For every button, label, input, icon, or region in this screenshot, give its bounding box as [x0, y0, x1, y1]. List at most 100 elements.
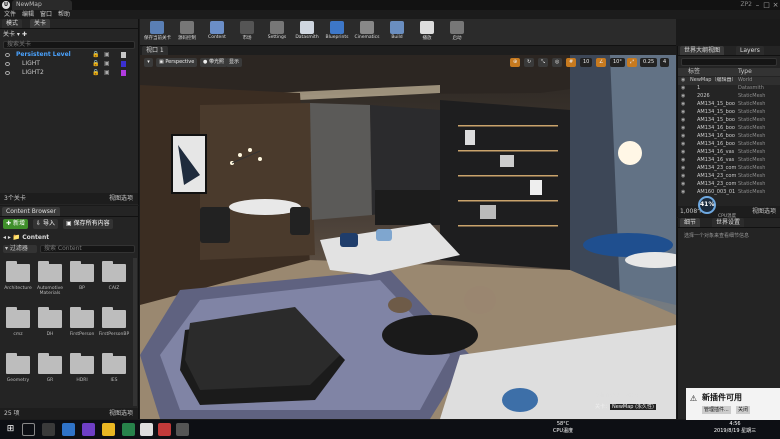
visibility-eye-icon[interactable]: ◉: [681, 173, 685, 181]
toolbar-button[interactable]: Build: [384, 20, 410, 46]
outliner-row[interactable]: ◉ AM134_16_boo StaticMesh: [678, 141, 780, 149]
level-viewport[interactable]: ▾ ▣ Perspective ● 带光照 显示 ⊕ ↻ ⤡ ◎ # 10 ∠ …: [140, 55, 676, 419]
save-icon[interactable]: ▣: [104, 60, 110, 68]
grid-snap-icon[interactable]: #: [566, 58, 577, 67]
translate-snap-icon[interactable]: ⊕: [510, 58, 521, 67]
outliner-row[interactable]: ◉ AM134_16_vas StaticMesh: [678, 149, 780, 157]
add-level-icon[interactable]: ✚: [22, 31, 27, 38]
app-icon[interactable]: [122, 423, 135, 436]
visibility-eye-icon[interactable]: ◉: [681, 93, 685, 101]
level-color-chip[interactable]: [121, 52, 126, 58]
menu-edit[interactable]: 编辑: [22, 10, 34, 19]
visibility-eye-icon[interactable]: ◉: [681, 181, 685, 189]
outliner-view-options[interactable]: 视图选项: [752, 206, 776, 217]
outliner-row[interactable]: ◉ AM134_15_boo StaticMesh: [678, 117, 780, 125]
toolbar-button[interactable]: Datasmith: [294, 20, 320, 46]
rotation-snap-value[interactable]: 10°: [610, 58, 625, 67]
outliner-row[interactable]: ◉ NewMap（编辑器） World: [678, 77, 780, 85]
level-row[interactable]: LIGHT2 🔒 ▣: [0, 69, 138, 77]
visibility-eye-icon[interactable]: [5, 71, 10, 75]
tab-modes[interactable]: 模式: [2, 19, 23, 28]
visibility-eye-icon[interactable]: ◉: [681, 101, 685, 109]
visibility-eye-icon[interactable]: ◉: [681, 165, 685, 173]
save-icon[interactable]: ▣: [104, 51, 110, 59]
folder-icon[interactable]: [102, 307, 126, 328]
viewport-options-button[interactable]: ▾: [144, 58, 153, 67]
media-icon[interactable]: [158, 423, 171, 436]
outliner-row[interactable]: ◉ AM134_23_com StaticMesh: [678, 173, 780, 181]
col-label[interactable]: 标签: [688, 68, 700, 76]
tab-world-outliner[interactable]: 世界大纲视图: [680, 46, 725, 55]
folder-icon[interactable]: [102, 353, 126, 374]
tab-viewport[interactable]: 视口 1: [142, 46, 168, 55]
explorer-icon[interactable]: [102, 423, 115, 436]
tab-content-browser[interactable]: Content Browser: [2, 207, 61, 216]
scale-snap-icon[interactable]: ⤡: [538, 58, 549, 67]
content-search-input[interactable]: 搜索 Content: [40, 245, 135, 253]
visibility-eye-icon[interactable]: [5, 53, 10, 57]
outliner-row[interactable]: ◉ AM134_16_vas StaticMesh: [678, 157, 780, 165]
rotation-snap-icon[interactable]: ∠: [596, 58, 607, 67]
folder-icon[interactable]: [6, 353, 30, 374]
windows-start-icon[interactable]: ⊞: [4, 423, 17, 436]
levels-search-input[interactable]: 搜索关卡: [3, 41, 135, 49]
visibility-eye-icon[interactable]: ◉: [681, 117, 685, 125]
outliner-row[interactable]: ◉ AM160_003_01 StaticMesh: [678, 189, 780, 197]
tab-details[interactable]: 细节: [680, 218, 701, 227]
visibility-eye-icon[interactable]: ◉: [681, 109, 685, 117]
autodesk-icon[interactable]: [82, 423, 95, 436]
lit-mode-button[interactable]: ● 带光照: [200, 58, 227, 67]
visibility-eye-icon[interactable]: ◉: [681, 85, 685, 93]
save-all-button[interactable]: ▣ 保存所有内容: [63, 219, 113, 229]
folder-icon[interactable]: [38, 261, 62, 282]
save-icon[interactable]: ▣: [104, 69, 110, 77]
toolbar-button[interactable]: 市场: [234, 20, 260, 46]
filter-button[interactable]: ▾ 过滤器: [3, 245, 37, 253]
outliner-row[interactable]: ◉ AM134_23_com StaticMesh: [678, 181, 780, 189]
level-row[interactable]: Persistent Level 🔒 ▣: [0, 51, 138, 59]
outliner-row[interactable]: ◉ 1 Datasmith: [678, 85, 780, 93]
scale-snap-value[interactable]: 0.25: [640, 58, 658, 67]
camera-speed-value[interactable]: 4: [660, 58, 670, 67]
outliner-search-input[interactable]: [681, 58, 777, 66]
toolbar-button[interactable]: Settings: [264, 20, 290, 46]
outliner-row[interactable]: ◉ 2026 StaticMesh: [678, 93, 780, 101]
visibility-eye-icon[interactable]: ◉: [681, 125, 685, 133]
import-button[interactable]: ⇩ 导入: [33, 219, 58, 229]
level-color-chip[interactable]: [121, 70, 126, 76]
visibility-eye-icon[interactable]: ◉: [681, 77, 685, 85]
misc-icon[interactable]: [176, 423, 189, 436]
manage-plugins-button[interactable]: 管理插件...: [702, 406, 731, 414]
toolbar-button[interactable]: Cinematics: [354, 20, 380, 46]
visibility-eye-icon[interactable]: ◉: [681, 133, 685, 141]
perspective-button[interactable]: ▣ Perspective: [156, 58, 198, 67]
level-row[interactable]: LIGHT 🔒 ▣: [0, 60, 138, 68]
grid-snap-value[interactable]: 10: [580, 58, 593, 67]
search-icon[interactable]: [22, 423, 35, 436]
folder-icon[interactable]: [102, 261, 126, 282]
outliner-row[interactable]: ◉ AM134_15_boo StaticMesh: [678, 101, 780, 109]
outliner-row[interactable]: ◉ AM134_16_boo StaticMesh: [678, 133, 780, 141]
folder-icon[interactable]: [70, 353, 94, 374]
folder-icon[interactable]: [6, 307, 30, 328]
browser-icon[interactable]: [62, 423, 75, 436]
visibility-eye-icon[interactable]: ◉: [681, 157, 685, 165]
dismiss-button[interactable]: 关闭: [736, 406, 751, 414]
minimize-button[interactable]: –: [753, 0, 762, 10]
folder-icon[interactable]: [70, 261, 94, 282]
tab-layers[interactable]: Layers: [736, 46, 764, 55]
visibility-eye-icon[interactable]: ◉: [681, 149, 685, 157]
toolbar-button[interactable]: 播放: [414, 20, 440, 46]
toolbar-button[interactable]: Content: [204, 20, 230, 46]
toolbar-button[interactable]: 启动: [444, 20, 470, 46]
col-type[interactable]: Type: [738, 68, 752, 76]
outliner-row[interactable]: ◉ AM134_15_boo StaticMesh: [678, 109, 780, 117]
add-new-button[interactable]: ✚ 新增: [3, 219, 28, 229]
toolbar-button[interactable]: 源码控制: [174, 20, 200, 46]
folder-icon[interactable]: [70, 307, 94, 328]
folder-icon[interactable]: [38, 307, 62, 328]
map-tab[interactable]: NewMap: [12, 0, 72, 10]
lock-icon[interactable]: 🔒: [92, 60, 99, 68]
clock[interactable]: 4:56 2019/8/19 星期三: [700, 421, 770, 434]
content-view-options[interactable]: 视图选项: [109, 408, 133, 419]
